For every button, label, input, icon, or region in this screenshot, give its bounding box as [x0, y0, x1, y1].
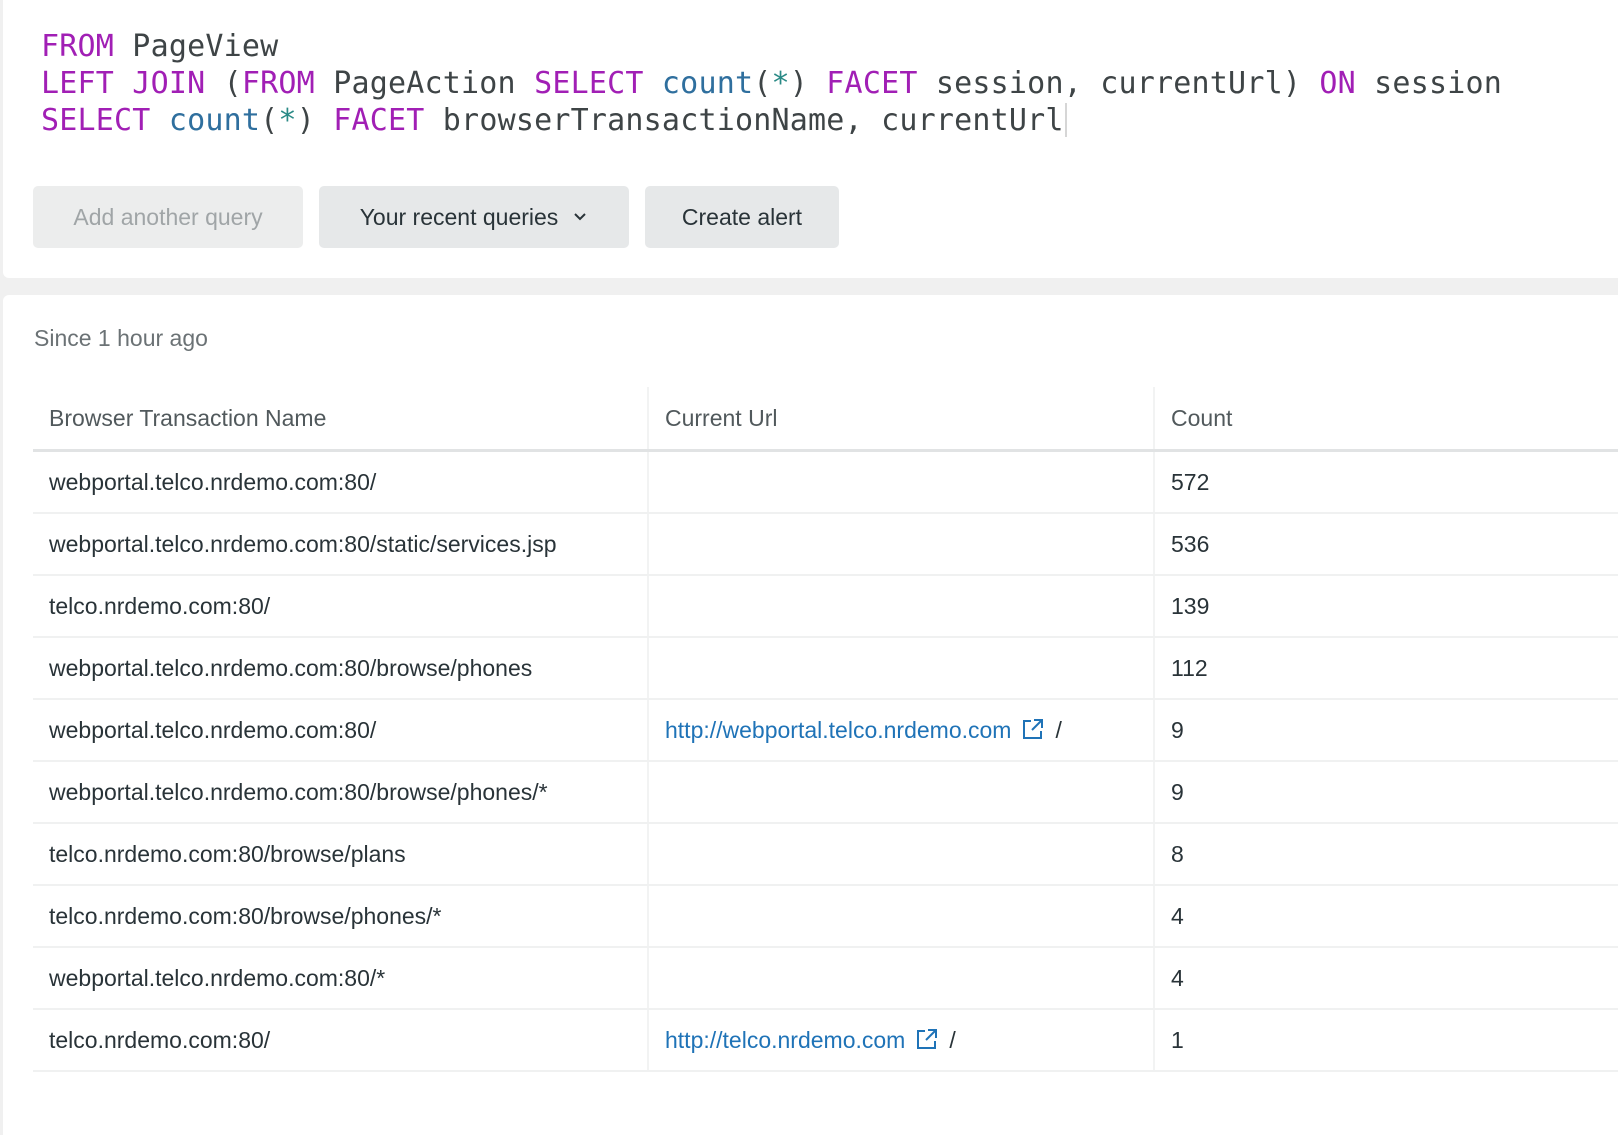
nrql-keyword: FROM [41, 29, 115, 64]
cell-count: 536 [1153, 513, 1618, 576]
cell-count: 4 [1153, 947, 1618, 1010]
cell-count: 139 [1153, 575, 1618, 638]
nrql-text: PageView [114, 29, 279, 64]
table-row: webportal.telco.nrdemo.com:80/http://web… [33, 699, 1618, 762]
table-row: telco.nrdemo.com:80/http://telco.nrdemo.… [33, 1009, 1618, 1072]
cell-browser-transaction-name: webportal.telco.nrdemo.com:80/browse/pho… [33, 637, 648, 700]
cell-count: 1 [1153, 1009, 1618, 1072]
cell-count: 112 [1153, 637, 1618, 700]
query-line: LEFT JOIN (FROM PageAction SELECT count(… [41, 65, 1502, 102]
table-row: webportal.telco.nrdemo.com:80/572 [33, 450, 1618, 514]
cell-browser-transaction-name: telco.nrdemo.com:80/ [33, 1009, 648, 1072]
nrql-operator: * [278, 103, 297, 138]
cell-browser-transaction-name: telco.nrdemo.com:80/browse/plans [33, 823, 648, 886]
current-url-link[interactable]: http://webportal.telco.nrdemo.com [665, 717, 1045, 743]
add-another-query-button[interactable]: Add another query [33, 186, 303, 248]
cell-browser-transaction-name: telco.nrdemo.com:80/browse/phones/* [33, 885, 648, 948]
cell-current-url [647, 513, 1154, 576]
cell-browser-transaction-name: webportal.telco.nrdemo.com:80/static/ser… [33, 513, 648, 576]
create-alert-label: Create alert [681, 203, 803, 230]
table-row: telco.nrdemo.com:80/139 [33, 575, 1618, 638]
cell-count: 572 [1153, 450, 1618, 514]
table-row: telco.nrdemo.com:80/browse/phones/* 4 [33, 885, 1618, 948]
results-table: Browser Transaction Name Current Url Cou… [33, 387, 1618, 1072]
table-row: webportal.telco.nrdemo.com:80/static/ser… [33, 513, 1618, 576]
url-path-suffix: / [1055, 716, 1062, 743]
nrql-keyword: FACET [333, 103, 425, 138]
query-toolbar: Add another query Your recent queries Cr… [33, 186, 839, 248]
time-range-label: Since 1 hour ago [34, 325, 208, 351]
cell-current-url [647, 450, 1154, 514]
results-panel: Since 1 hour ago Browser Transaction Nam… [3, 295, 1618, 1135]
nrql-keyword: SELECT [534, 66, 644, 101]
cell-count: 9 [1153, 699, 1618, 762]
create-alert-button[interactable]: Create alert [645, 186, 839, 248]
table-row: webportal.telco.nrdemo.com:80/browse/pho… [33, 761, 1618, 824]
text-cursor [1064, 103, 1067, 137]
nrql-text: ) [296, 103, 334, 138]
current-url-text: http://telco.nrdemo.com [665, 1026, 906, 1053]
nrql-text: ( [260, 103, 279, 138]
column-header-browser-transaction-name[interactable]: Browser Transaction Name [33, 387, 648, 452]
nrql-keyword: FROM [241, 66, 315, 101]
nrql-text [644, 66, 662, 101]
cell-current-url [647, 823, 1154, 886]
nrql-text: ) [789, 66, 827, 101]
nrql-keyword: FACET [826, 66, 918, 101]
recent-queries-dropdown[interactable]: Your recent queries [319, 186, 629, 248]
cell-count: 4 [1153, 885, 1618, 948]
url-path-suffix: / [949, 1026, 956, 1053]
table-row: webportal.telco.nrdemo.com:80/browse/pho… [33, 637, 1618, 700]
query-panel: FROM PageView LEFT JOIN (FROM PageAction … [3, 0, 1618, 278]
query-line: SELECT count(*) FACET browserTransaction… [41, 102, 1502, 139]
current-url-link[interactable]: http://telco.nrdemo.com [665, 1027, 939, 1053]
table-row: telco.nrdemo.com:80/browse/plans 8 [33, 823, 1618, 886]
nrql-keyword: SELECT [41, 103, 151, 138]
nrql-text: ( [753, 66, 772, 101]
recent-queries-label: Your recent queries [359, 203, 559, 230]
cell-browser-transaction-name: telco.nrdemo.com:80/ [33, 575, 648, 638]
nrql-keyword: LEFT JOIN [41, 66, 206, 101]
current-url-text: http://webportal.telco.nrdemo.com [665, 716, 1012, 743]
nrql-query-editor[interactable]: FROM PageView LEFT JOIN (FROM PageAction … [41, 28, 1502, 139]
cell-count: 9 [1153, 761, 1618, 824]
column-header-count[interactable]: Count [1153, 387, 1618, 452]
external-link-icon[interactable] [1021, 717, 1045, 741]
nrql-text: PageAction [314, 66, 535, 101]
cell-current-url [647, 947, 1154, 1010]
cell-browser-transaction-name: webportal.telco.nrdemo.com:80/browse/pho… [33, 761, 648, 824]
table-row: webportal.telco.nrdemo.com:80/* 4 [33, 947, 1618, 1010]
cell-current-url [647, 575, 1154, 638]
nrql-text [151, 103, 169, 138]
external-link-icon[interactable] [915, 1027, 939, 1051]
table-header-row: Browser Transaction Name Current Url Cou… [33, 387, 1618, 452]
cell-current-url: http://webportal.telco.nrdemo.com / [647, 699, 1154, 762]
cell-browser-transaction-name: webportal.telco.nrdemo.com:80/* [33, 947, 648, 1010]
nrql-text: session, currentUrl) [917, 66, 1320, 101]
column-header-current-url[interactable]: Current Url [647, 387, 1154, 452]
cell-current-url [647, 637, 1154, 700]
cell-count: 8 [1153, 823, 1618, 886]
nrql-function: count [168, 103, 261, 138]
chevron-down-icon [572, 209, 588, 225]
nrql-text: session [1355, 66, 1502, 101]
nrql-operator: * [771, 66, 790, 101]
cell-browser-transaction-name: webportal.telco.nrdemo.com:80/ [33, 699, 648, 762]
nrql-function: count [661, 66, 754, 101]
nrql-text: ( [205, 66, 242, 101]
nrql-text: browserTransactionName, currentUrl [424, 103, 1064, 138]
nrql-keyword: ON [1319, 66, 1356, 101]
cell-current-url [647, 761, 1154, 824]
cell-current-url: http://telco.nrdemo.com / [647, 1009, 1154, 1072]
query-line: FROM PageView [41, 28, 1502, 65]
cell-current-url [647, 885, 1154, 948]
add-another-query-label: Add another query [73, 203, 263, 230]
cell-browser-transaction-name: webportal.telco.nrdemo.com:80/ [33, 450, 648, 514]
